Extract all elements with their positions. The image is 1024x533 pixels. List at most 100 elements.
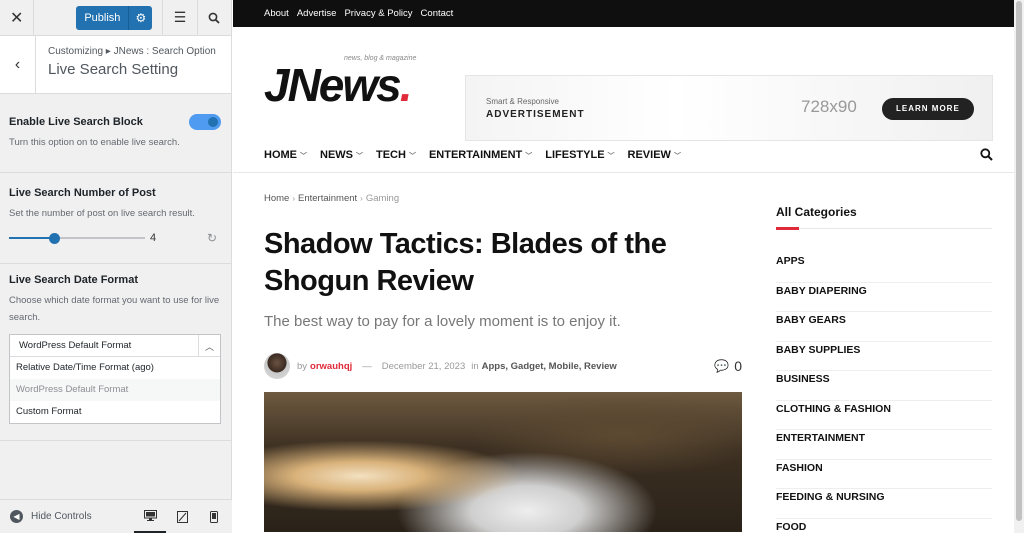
date-format-select[interactable]: WordPress Default Format ︿ Relative Date…: [9, 334, 221, 424]
scrollbar-thumb[interactable]: [1016, 1, 1022, 521]
chevron-up-icon[interactable]: ︿: [198, 335, 220, 357]
category-item[interactable]: CLOTHING & FASHION: [776, 401, 992, 430]
post-date: December 21, 2023: [381, 360, 466, 372]
menu-item-entertainment[interactable]: ENTERTAINMENT ﹀: [429, 149, 532, 161]
customizer-footer: ◀ Hide Controls: [0, 499, 232, 533]
menu-item-review[interactable]: REVIEW ﹀: [628, 149, 681, 161]
ad-banner[interactable]: Smart & Responsive ADVERTISEMENT 728x90 …: [465, 75, 993, 141]
chevron-down-icon: ﹀: [525, 152, 533, 160]
control-description: Turn this option on to enable live searc…: [9, 137, 180, 148]
topnav-link[interactable]: Privacy & Policy: [344, 8, 412, 19]
gear-icon[interactable]: ⚙: [128, 5, 153, 30]
ad-learn-more-button[interactable]: LEARN MORE: [882, 98, 974, 120]
screen: ✕ Publish ⚙ ☰ ‹ Customizing ▸ JNews : Se…: [0, 0, 1024, 533]
category-item[interactable]: BABY GEARS: [776, 312, 992, 342]
site-logo[interactable]: news, blog & magazine JNews.: [264, 55, 416, 111]
menu-item-home[interactable]: HOME ﹀: [264, 149, 307, 161]
close-icon[interactable]: ✕: [0, 0, 35, 36]
publish-group: Publish ⚙: [76, 5, 153, 30]
control-number-of-post: Live Search Number of Post Set the numbe…: [9, 187, 221, 248]
scrollbar[interactable]: [1014, 0, 1024, 533]
desktop-preview-icon[interactable]: [134, 500, 166, 533]
breadcrumb-current: Gaming: [365, 193, 400, 204]
category-item[interactable]: APPS: [776, 253, 992, 283]
author-link[interactable]: orwauhqj: [310, 361, 352, 372]
avatar[interactable]: [264, 353, 290, 379]
article-subtitle: The best way to pay for a lovely moment …: [264, 313, 621, 330]
sidebar-title: All Categories: [776, 205, 857, 219]
category-item[interactable]: BABY DIAPERING: [776, 283, 992, 312]
section-header: ‹ Customizing ▸ JNews : Search Option Li…: [0, 36, 231, 94]
topnav-link[interactable]: Advertise: [297, 8, 337, 19]
chevron-down-icon: ﹀: [300, 152, 307, 160]
chevron-down-icon: ﹀: [356, 152, 363, 160]
menu-icon[interactable]: ☰: [162, 0, 196, 36]
ad-title: ADVERTISEMENT: [486, 109, 585, 120]
category-list: APPS BABY DIAPERING BABY GEARS BABY SUPP…: [776, 253, 992, 533]
menu-item-tech[interactable]: TECH ﹀: [376, 149, 416, 161]
site-header: news, blog & magazine JNews. Smart & Res…: [233, 27, 1024, 141]
category-item[interactable]: FOOD: [776, 519, 992, 533]
topnav-link[interactable]: Contact: [421, 8, 454, 19]
slider-thumb[interactable]: [49, 233, 60, 244]
site-preview: About Advertise Privacy & Policy Contact…: [233, 0, 1024, 533]
meta-in: in: [471, 360, 479, 372]
hide-controls-button[interactable]: ◀ Hide Controls: [10, 510, 92, 523]
reset-icon[interactable]: ↻: [207, 231, 221, 245]
collapse-icon: ◀: [10, 510, 23, 523]
enable-toggle[interactable]: [189, 114, 221, 130]
menu-item-lifestyle[interactable]: LIFESTYLE ﹀: [545, 149, 614, 161]
tablet-preview-icon[interactable]: [166, 500, 198, 533]
category-item[interactable]: ENTERTAINMENT: [776, 430, 992, 460]
ad-subtitle: Smart & Responsive: [486, 97, 559, 106]
chevron-down-icon: ﹀: [408, 152, 416, 160]
menu-item-news[interactable]: NEWS ﹀: [320, 149, 363, 161]
comments-number: 0: [734, 358, 742, 374]
divider: [0, 172, 232, 173]
comments-count[interactable]: 💬 0: [714, 358, 742, 374]
search-icon[interactable]: [980, 148, 994, 162]
category-item[interactable]: FASHION: [776, 460, 992, 489]
select-current-value[interactable]: WordPress Default Format: [10, 335, 220, 357]
chevron-right-icon: ›: [360, 194, 363, 203]
article-title: Shadow Tactics: Blades of the Shogun Rev…: [264, 228, 667, 297]
divider: [0, 263, 232, 264]
mobile-preview-icon[interactable]: [198, 500, 230, 533]
breadcrumb-link[interactable]: Entertainment: [298, 193, 357, 204]
control-title: Live Search Date Format: [9, 274, 138, 286]
category-item[interactable]: FEEDING & NURSING: [776, 489, 992, 519]
meta-by: by: [297, 360, 308, 372]
category-item[interactable]: BABY SUPPLIES: [776, 342, 992, 371]
ad-size: 728x90: [801, 97, 857, 116]
slider-fill: [9, 237, 54, 239]
control-description: Set the number of post on live search re…: [9, 208, 195, 219]
publish-button[interactable]: Publish: [76, 5, 129, 30]
article: Home › Entertainment › Gaming Shadow Tactics…: [264, 193, 742, 532]
sidebar-title-underline: [776, 227, 992, 230]
select-option[interactable]: Relative Date/Time Format (ago): [10, 357, 220, 379]
select-option[interactable]: WordPress Default Format: [10, 379, 220, 401]
post-categories[interactable]: Apps, Gadget, Mobile, Review: [482, 361, 617, 372]
back-arrow-icon[interactable]: ‹: [0, 36, 36, 94]
logo-tagline: news, blog & magazine: [344, 55, 417, 62]
control-date-format: Live Search Date Format Choose which dat…: [9, 274, 221, 424]
logo-dot: .: [399, 59, 413, 111]
search-icon[interactable]: [196, 0, 231, 36]
slider-track[interactable]: [9, 237, 145, 239]
top-nav: About Advertise Privacy & Policy Contact: [233, 0, 1024, 27]
number-slider-row: 4 ↻: [9, 228, 221, 248]
featured-image: [264, 392, 742, 532]
section-title: Live Search Setting: [48, 61, 179, 78]
hide-controls-label: Hide Controls: [31, 511, 92, 522]
logo-name: JNews: [264, 59, 402, 111]
category-item[interactable]: BUSINESS: [776, 371, 992, 401]
topnav-link[interactable]: About: [264, 8, 289, 19]
customizer-breadcrumb: Customizing ▸ JNews : Search Option: [48, 46, 216, 57]
divider: [0, 440, 232, 441]
customizer-topbar: ✕ Publish ⚙ ☰: [0, 0, 231, 36]
sidebar: All Categories APPS BABY DIAPERING BABY …: [776, 205, 992, 533]
select-option[interactable]: Custom Format: [10, 401, 220, 423]
breadcrumb-link[interactable]: Home: [264, 193, 289, 204]
meta-dash: —: [362, 360, 372, 372]
control-enable-live-search: Enable Live Search Block Turn this optio…: [9, 114, 221, 151]
